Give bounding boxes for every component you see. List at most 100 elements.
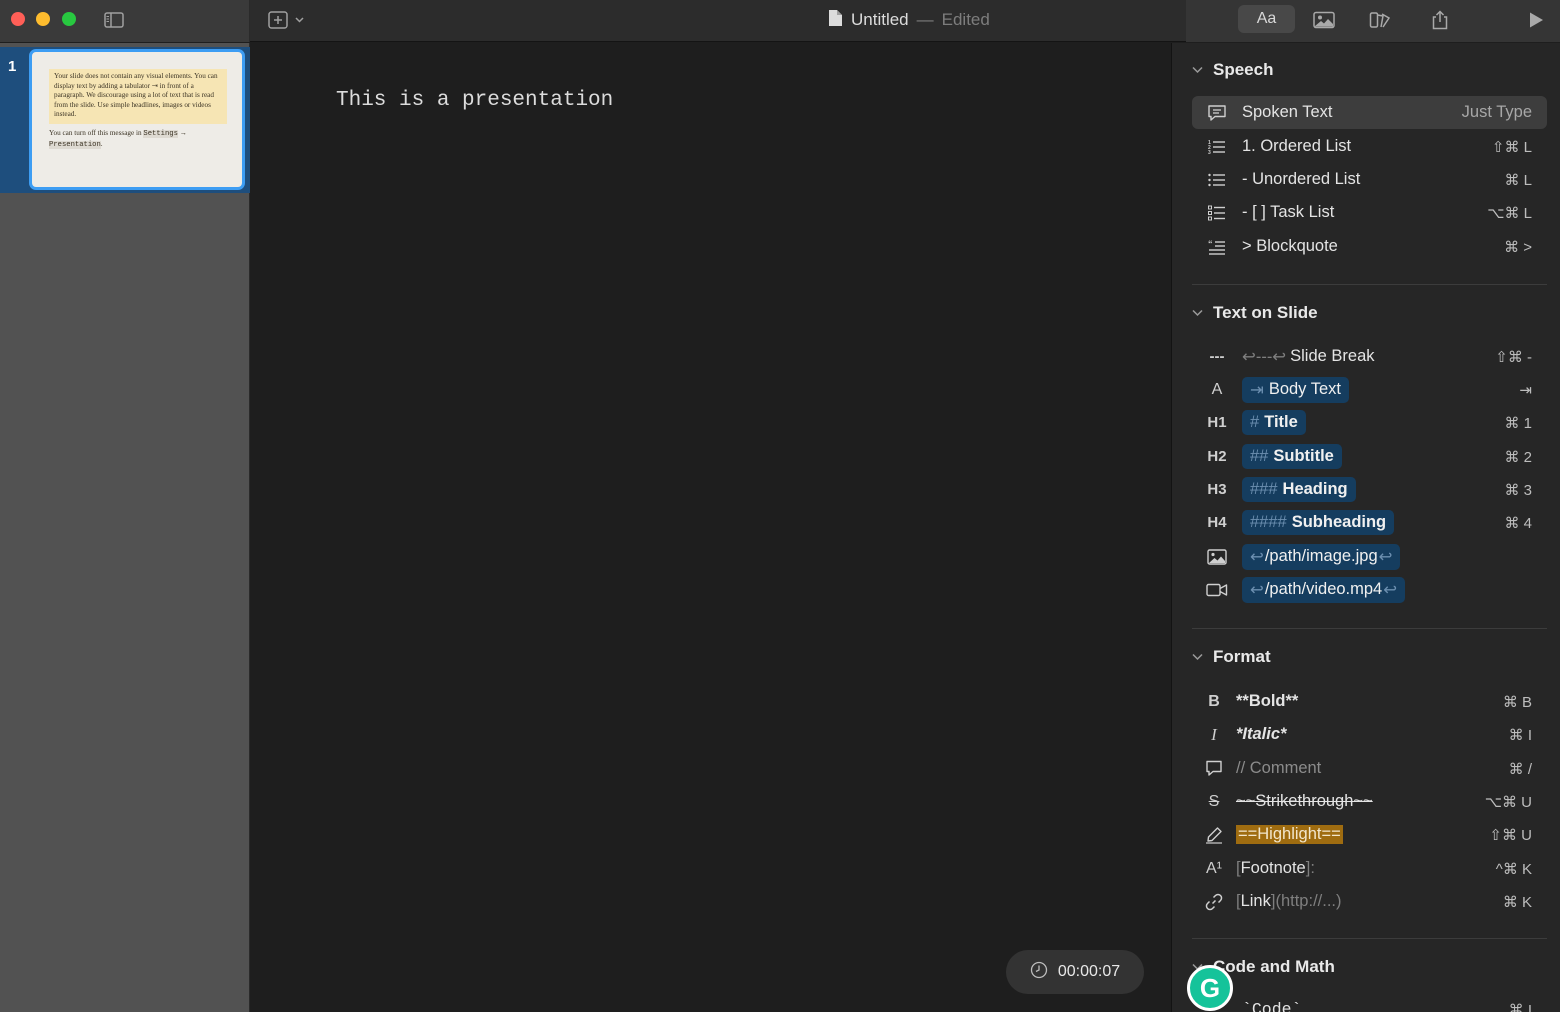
add-slide-button[interactable]	[268, 9, 310, 31]
play-icon[interactable]	[1524, 9, 1548, 31]
title-pill: # Title	[1242, 410, 1306, 435]
speech-bubble-icon	[1192, 104, 1242, 122]
zoom-window-button[interactable]	[62, 12, 76, 26]
theme-icon[interactable]	[1368, 9, 1392, 31]
image-path-row[interactable]: ↩ /path/image.jpg ↩	[1192, 540, 1547, 573]
heading-prefix: ##	[1250, 447, 1269, 465]
tab-prefix: ⇥	[1250, 380, 1264, 399]
section-format-header[interactable]: Format	[1192, 647, 1271, 667]
video-path-label: /path/video.mp4	[1264, 580, 1383, 598]
slide-break-label: Slide Break	[1290, 347, 1375, 365]
h2-icon: H2	[1207, 448, 1227, 465]
image-icon[interactable]	[1312, 9, 1336, 31]
comment-bubble-icon	[1192, 760, 1236, 777]
row-label: ### Heading	[1242, 477, 1504, 502]
sidebar-toggle-icon[interactable]	[102, 9, 126, 31]
format-strikethrough-row[interactable]: S ~~Strikethrough~~ ⌥⌘ U	[1192, 785, 1547, 818]
row-label: ↩---↩ Slide Break	[1242, 347, 1495, 367]
subheading-row[interactable]: H4 #### Subheading ⌘ 4	[1192, 506, 1547, 539]
body-text-icon: A	[1211, 380, 1223, 398]
svg-text:3: 3	[1208, 150, 1211, 155]
document-icon	[828, 9, 843, 32]
highlight-label: ==Highlight==	[1236, 825, 1343, 844]
format-footnote-row[interactable]: A¹ [Footnote]: ^⌘ K	[1192, 852, 1547, 885]
section-speech-header[interactable]: Speech	[1192, 60, 1273, 80]
editor-content[interactable]: This is a presentation	[336, 89, 613, 112]
row-shortcut: ⌘ 2	[1504, 448, 1532, 466]
return-prefix: ↩	[1250, 547, 1264, 566]
link-url: (http://...)	[1275, 892, 1342, 910]
body-text-row[interactable]: A ⇥ Body Text ⇥	[1192, 373, 1547, 406]
row-shortcut: Just Type	[1461, 103, 1532, 121]
heading-label: Heading	[1282, 480, 1348, 498]
video-path-pill: ↩ /path/video.mp4 ↩	[1242, 576, 1406, 603]
heading-row[interactable]: H3 ### Heading ⌘ 3	[1192, 473, 1547, 506]
text-format-button[interactable]: Aa	[1238, 5, 1295, 33]
row-label: # Title	[1242, 410, 1504, 435]
slide-break-row[interactable]: --- ↩---↩ Slide Break ⇧⌘ -	[1192, 340, 1547, 373]
format-code-row[interactable]: `Code` ⌘ I	[1192, 993, 1547, 1012]
bracket-close: ]:	[1305, 859, 1315, 877]
row-shortcut: ⇧⌘ L	[1491, 138, 1532, 156]
subtitle-row[interactable]: H2 ## Subtitle ⌘ 2	[1192, 440, 1547, 473]
image-icon	[1192, 548, 1242, 565]
row-shortcut: ^⌘ K	[1495, 860, 1532, 878]
slide-hint-end: .	[100, 139, 103, 148]
row-shortcut: ⇧⌘ U	[1489, 826, 1532, 844]
presentation-timer[interactable]: 00:00:07	[1006, 950, 1144, 994]
section-divider	[1192, 284, 1547, 285]
section-divider	[1192, 628, 1547, 629]
row-label: ## Subtitle	[1242, 444, 1504, 469]
format-link-row[interactable]: [Link] (http://...) ⌘ K	[1192, 885, 1547, 918]
row-shortcut: ⌘ /	[1508, 760, 1532, 778]
format-comment-row[interactable]: // Comment ⌘ /	[1192, 752, 1547, 785]
section-text-on-slide-header[interactable]: Text on Slide	[1192, 303, 1318, 323]
footnote-icon: A¹	[1206, 859, 1222, 877]
video-path-row[interactable]: ↩ /path/video.mp4 ↩	[1192, 573, 1547, 606]
document-name: Untitled	[851, 10, 909, 29]
section-text-on-slide-title: Text on Slide	[1213, 303, 1318, 322]
row-shortcut: ⌘ 4	[1504, 514, 1532, 532]
image-path-pill: ↩ /path/image.jpg ↩	[1242, 543, 1401, 570]
title-row[interactable]: H1 # Title ⌘ 1	[1192, 406, 1547, 439]
return-prefix: ↩	[1250, 580, 1264, 599]
row-label: `Code`	[1242, 1000, 1302, 1012]
subtitle-label: Subtitle	[1273, 447, 1334, 465]
speech-unordered-list[interactable]: - Unordered List ⌘ L	[1192, 163, 1547, 196]
row-shortcut: ⌘ >	[1504, 238, 1532, 256]
row-label: ==Highlight==	[1236, 825, 1489, 844]
format-bold-row[interactable]: B **Bold** ⌘ B	[1192, 685, 1547, 718]
body-text-pill: ⇥ Body Text	[1242, 376, 1349, 403]
row-label: ↩ /path/video.mp4 ↩	[1242, 576, 1547, 603]
row-label: [Link] (http://...)	[1236, 892, 1503, 911]
clock-icon	[1030, 961, 1048, 984]
link-icon	[1192, 893, 1236, 911]
close-window-button[interactable]	[11, 12, 25, 26]
slide-thumbnail[interactable]: Your slide does not contain any visual e…	[29, 49, 245, 190]
row-label: // Comment	[1236, 759, 1322, 777]
body-text-label: Body Text	[1268, 380, 1341, 398]
speech-task-list[interactable]: - [ ] Task List ⌥⌘ L	[1192, 196, 1547, 229]
row-label: [Footnote]:	[1236, 859, 1496, 878]
row-shortcut: ⌘ I	[1508, 726, 1532, 744]
format-highlight-row[interactable]: ==Highlight== ⇧⌘ U	[1192, 818, 1547, 851]
speech-spoken-text[interactable]: Spoken Text Just Type	[1192, 96, 1547, 129]
minimize-window-button[interactable]	[36, 12, 50, 26]
row-shortcut: ⇥	[1519, 381, 1532, 399]
speech-blockquote[interactable]: “ > Blockquote ⌘ >	[1192, 230, 1547, 263]
image-path-label: /path/image.jpg	[1264, 547, 1378, 565]
format-italic-row[interactable]: I *Italic* ⌘ I	[1192, 718, 1547, 751]
slide-hint-arrow: →	[179, 129, 187, 137]
share-icon[interactable]	[1428, 9, 1452, 31]
row-label: 1. Ordered List	[1242, 137, 1352, 155]
subheading-pill: #### Subheading	[1242, 510, 1395, 535]
footnote-label: Footnote	[1240, 859, 1306, 877]
text-editor[interactable]: This is a presentation 00:00:07	[251, 43, 1171, 1012]
grammarly-icon[interactable]: G	[1187, 965, 1233, 1011]
row-shortcut: ⌘ L	[1504, 171, 1532, 189]
document-status: Edited	[941, 10, 990, 29]
row-shortcut: ⌘ 3	[1504, 481, 1532, 499]
speech-ordered-list[interactable]: 123 1. Ordered List ⇧⌘ L	[1192, 130, 1547, 163]
strikethrough-icon: S	[1208, 792, 1220, 810]
section-code-math-title: Code and Math	[1213, 957, 1335, 976]
